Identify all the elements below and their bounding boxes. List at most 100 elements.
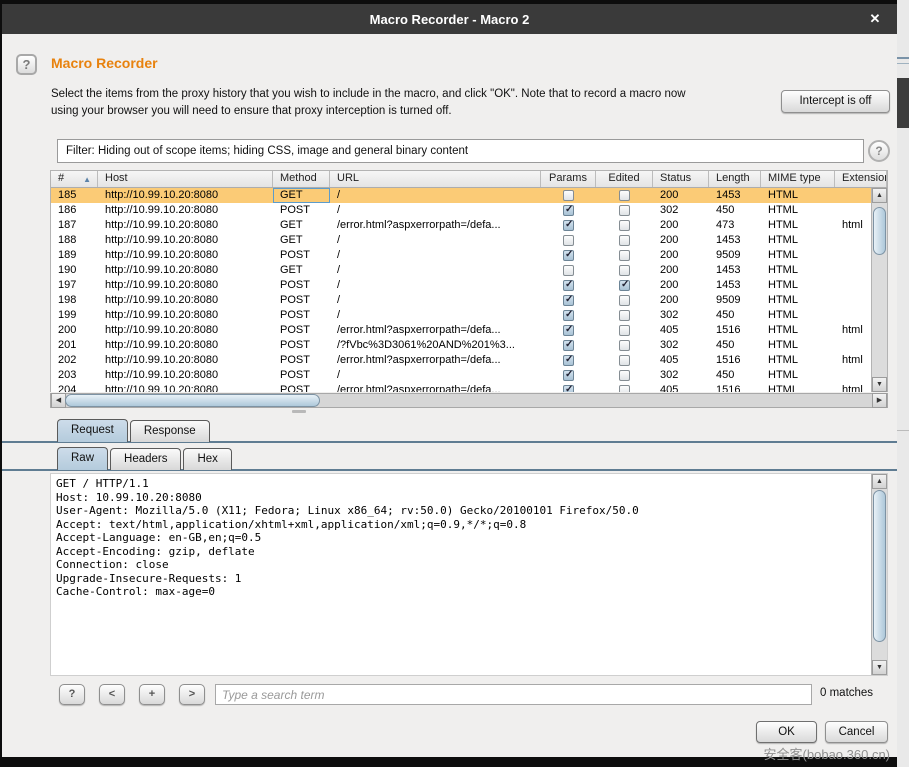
- table-row[interactable]: 200http://10.99.10.20:8080POST/error.htm…: [51, 323, 873, 338]
- cell-ext: [835, 278, 873, 293]
- column-header-edited[interactable]: Edited: [596, 171, 653, 187]
- table-row[interactable]: 202http://10.99.10.20:8080POST/error.htm…: [51, 353, 873, 368]
- scroll-right-icon[interactable]: ▶: [872, 393, 887, 408]
- cell-edited: [596, 218, 653, 233]
- cell-status: 405: [653, 353, 709, 368]
- cell-host: http://10.99.10.20:8080: [98, 323, 273, 338]
- params-checkbox[interactable]: [563, 295, 574, 306]
- search-next-button[interactable]: >: [179, 684, 205, 705]
- cell-url: /: [330, 293, 541, 308]
- help-icon[interactable]: ?: [16, 54, 37, 75]
- edited-checkbox[interactable]: [619, 370, 630, 381]
- params-checkbox[interactable]: [563, 280, 574, 291]
- edited-checkbox[interactable]: [619, 280, 630, 291]
- edited-checkbox[interactable]: [619, 385, 630, 392]
- tab-headers[interactable]: Headers: [110, 448, 181, 470]
- filter-bar[interactable]: Filter: Hiding out of scope items; hidin…: [57, 139, 864, 163]
- cancel-button[interactable]: Cancel: [825, 721, 888, 743]
- table-vertical-scrollbar[interactable]: ▲ ▼: [871, 188, 887, 392]
- ok-button[interactable]: OK: [756, 721, 817, 743]
- table-row[interactable]: 190http://10.99.10.20:8080GET/2001453HTM…: [51, 263, 873, 278]
- editor-scrollbar-thumb[interactable]: [873, 490, 886, 642]
- horizontal-scrollbar-thumb[interactable]: [65, 394, 320, 407]
- tab-response[interactable]: Response: [130, 420, 210, 442]
- table-row[interactable]: 197http://10.99.10.20:8080POST/2001453HT…: [51, 278, 873, 293]
- table-row[interactable]: 187http://10.99.10.20:8080GET/error.html…: [51, 218, 873, 233]
- tab-raw[interactable]: Raw: [57, 447, 108, 470]
- tab-request[interactable]: Request: [57, 419, 128, 442]
- scroll-up-icon[interactable]: ▲: [872, 474, 887, 489]
- table-row[interactable]: 201http://10.99.10.20:8080POST/?fVbc%3D3…: [51, 338, 873, 353]
- table-row[interactable]: 189http://10.99.10.20:8080POST/2009509HT…: [51, 248, 873, 263]
- scroll-down-icon[interactable]: ▼: [872, 660, 887, 675]
- params-checkbox[interactable]: [563, 370, 574, 381]
- tab-hex[interactable]: Hex: [183, 448, 231, 470]
- edited-checkbox[interactable]: [619, 340, 630, 351]
- table-row[interactable]: 199http://10.99.10.20:8080POST/302450HTM…: [51, 308, 873, 323]
- search-add-button[interactable]: +: [139, 684, 165, 705]
- table-horizontal-scrollbar[interactable]: ◀ ▶: [50, 393, 888, 408]
- column-header-method[interactable]: Method: [273, 171, 330, 187]
- splitter-grip[interactable]: [292, 410, 306, 413]
- table-row[interactable]: 204http://10.99.10.20:8080POST/error.htm…: [51, 383, 873, 392]
- edited-checkbox[interactable]: [619, 205, 630, 216]
- cell-ext: [835, 263, 873, 278]
- table-row[interactable]: 203http://10.99.10.20:8080POST/302450HTM…: [51, 368, 873, 383]
- table-row[interactable]: 198http://10.99.10.20:8080POST/2009509HT…: [51, 293, 873, 308]
- cell-mime: HTML: [761, 308, 835, 323]
- table-row[interactable]: 188http://10.99.10.20:8080GET/2001453HTM…: [51, 233, 873, 248]
- params-checkbox[interactable]: [563, 355, 574, 366]
- edited-checkbox[interactable]: [619, 220, 630, 231]
- params-checkbox[interactable]: [563, 220, 574, 231]
- table-scrollbar-thumb[interactable]: [873, 207, 886, 255]
- edited-checkbox[interactable]: [619, 355, 630, 366]
- edited-checkbox[interactable]: [619, 190, 630, 201]
- close-icon[interactable]: ✕: [867, 11, 883, 27]
- cell-ext: [835, 188, 873, 203]
- cell-host: http://10.99.10.20:8080: [98, 248, 273, 263]
- table-row[interactable]: 186http://10.99.10.20:8080POST/302450HTM…: [51, 203, 873, 218]
- params-checkbox[interactable]: [563, 385, 574, 392]
- scroll-left-icon[interactable]: ◀: [51, 393, 66, 408]
- edited-checkbox[interactable]: [619, 325, 630, 336]
- edited-checkbox[interactable]: [619, 310, 630, 321]
- column-header-mime[interactable]: MIME type: [761, 171, 835, 187]
- filter-help-icon[interactable]: ?: [868, 140, 890, 162]
- params-checkbox[interactable]: [563, 190, 574, 201]
- request-editor[interactable]: GET / HTTP/1.1Host: 10.99.10.20:8080User…: [50, 473, 888, 676]
- intercept-toggle-button[interactable]: Intercept is off: [781, 90, 890, 113]
- scroll-down-icon[interactable]: ▼: [872, 377, 887, 392]
- edited-checkbox[interactable]: [619, 235, 630, 246]
- params-checkbox[interactable]: [563, 205, 574, 216]
- column-header-length[interactable]: Length: [709, 171, 761, 187]
- search-input[interactable]: [215, 684, 812, 705]
- cell-url: /: [330, 248, 541, 263]
- cell-url: /: [330, 263, 541, 278]
- params-checkbox[interactable]: [563, 325, 574, 336]
- table-row[interactable]: 185http://10.99.10.20:8080GET/2001453HTM…: [51, 188, 873, 203]
- params-checkbox[interactable]: [563, 265, 574, 276]
- scroll-up-icon[interactable]: ▲: [872, 188, 887, 203]
- cell-length: 450: [709, 338, 761, 353]
- column-header-params[interactable]: Params: [541, 171, 596, 187]
- description-line1: Select the items from the proxy history …: [51, 88, 686, 100]
- column-header-url[interactable]: URL: [330, 171, 541, 187]
- params-checkbox[interactable]: [563, 250, 574, 261]
- cell-num: 186: [51, 203, 98, 218]
- search-previous-button[interactable]: <: [99, 684, 125, 705]
- column-header-status[interactable]: Status: [653, 171, 709, 187]
- params-checkbox[interactable]: [563, 310, 574, 321]
- cell-ext: [835, 293, 873, 308]
- cell-edited: [596, 323, 653, 338]
- params-checkbox[interactable]: [563, 340, 574, 351]
- column-header-num[interactable]: #▲: [51, 171, 98, 187]
- edited-checkbox[interactable]: [619, 295, 630, 306]
- cell-mime: HTML: [761, 353, 835, 368]
- edited-checkbox[interactable]: [619, 250, 630, 261]
- params-checkbox[interactable]: [563, 235, 574, 246]
- editor-vertical-scrollbar[interactable]: ▲ ▼: [871, 474, 887, 675]
- edited-checkbox[interactable]: [619, 265, 630, 276]
- search-help-button[interactable]: ?: [59, 684, 85, 705]
- column-header-host[interactable]: Host: [98, 171, 273, 187]
- column-header-extension[interactable]: Extension: [835, 171, 887, 187]
